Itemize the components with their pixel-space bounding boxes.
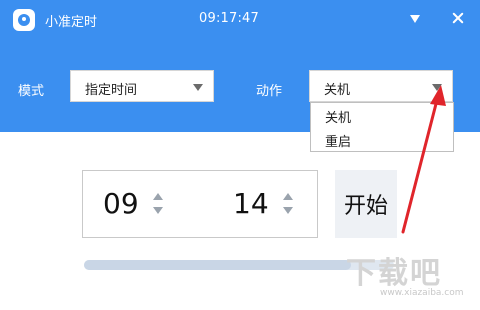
dropdown-option-restart[interactable]: 重启 xyxy=(325,131,351,150)
watermark: 下载吧 www.xiazaiba.com xyxy=(346,248,476,304)
minute-stepper[interactable] xyxy=(282,193,294,217)
hour-stepper[interactable] xyxy=(152,193,164,217)
action-label: 动作 xyxy=(256,84,283,99)
window-title: 小准定时 xyxy=(45,15,98,30)
action-dropdown-menu: 关机 重启 xyxy=(310,102,454,152)
current-time: 09:17:47 xyxy=(199,11,259,26)
minimize-icon[interactable] xyxy=(404,8,426,30)
chevron-down-icon xyxy=(193,84,203,91)
action-select[interactable]: 关机 xyxy=(309,70,453,102)
hour-down-icon[interactable] xyxy=(153,207,163,214)
mode-select[interactable]: 指定时间 xyxy=(70,70,214,102)
chevron-down-icon xyxy=(432,84,442,91)
minute-down-icon[interactable] xyxy=(283,207,293,214)
minute-up-icon[interactable] xyxy=(283,193,293,200)
close-icon[interactable] xyxy=(447,8,469,30)
dropdown-option-shutdown[interactable]: 关机 xyxy=(325,107,351,126)
action-select-value: 关机 xyxy=(324,83,351,98)
start-button[interactable]: 开始 xyxy=(335,170,397,238)
minute-value[interactable]: 14 xyxy=(233,187,269,220)
progress-fill xyxy=(84,260,351,270)
hour-up-icon[interactable] xyxy=(153,193,163,200)
watermark-url: www.xiazaiba.com xyxy=(380,288,464,298)
time-picker: 09 14 xyxy=(82,170,318,238)
hour-value[interactable]: 09 xyxy=(103,187,139,220)
mode-select-value: 指定时间 xyxy=(85,83,138,98)
title-bar: 小准定时 09:17:47 xyxy=(0,0,480,38)
mode-label: 模式 xyxy=(18,84,45,99)
app-logo-icon xyxy=(13,9,35,31)
watermark-text: 下载吧 xyxy=(346,256,442,291)
